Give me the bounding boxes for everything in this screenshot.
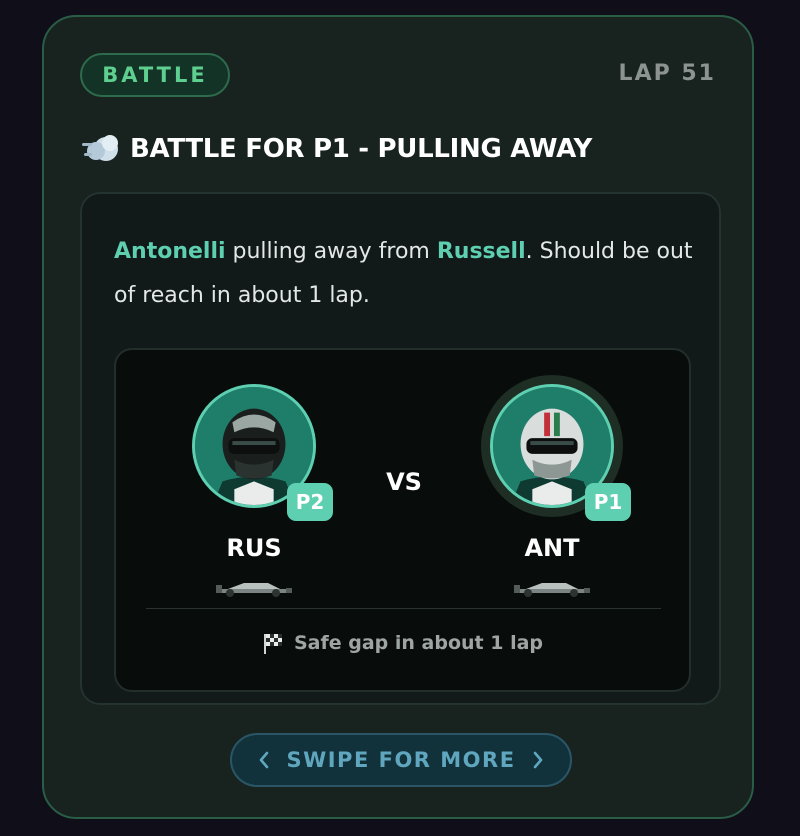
battle-panel: Antonelli pulling away from Russell. Sho…: [80, 192, 721, 705]
lap-counter: LAP 51: [618, 61, 716, 86]
leader-name: Antonelli: [114, 239, 226, 264]
driver-rus: P2 RUS: [184, 376, 333, 597]
versus-label: VS: [386, 468, 422, 496]
position-badge: P1: [585, 483, 631, 521]
position-badge: P2: [287, 483, 333, 521]
swipe-for-more-button[interactable]: SWIPE FOR MORE: [230, 733, 572, 787]
driver-ant-avatar: P1: [490, 384, 631, 521]
f1-car-icon: [514, 583, 590, 597]
driver-ant: P1 ANT: [482, 376, 631, 597]
card-title: BATTLE FOR P1 - PULLING AWAY: [80, 127, 592, 171]
gap-status: Safe gap in about 1 lap: [116, 632, 689, 654]
chequered-flag-icon: [263, 634, 282, 654]
chevron-left-icon: [260, 751, 269, 769]
description-middle: pulling away from: [225, 239, 437, 264]
gap-text: Safe gap in about 1 lap: [293, 632, 544, 654]
chaser-name: Russell: [436, 239, 526, 264]
driver-rus-avatar: P2: [192, 384, 333, 521]
driver-code: ANT: [524, 534, 580, 562]
driver-code: RUS: [226, 534, 282, 562]
battle-description: Antonelli pulling away from Russell. Sho…: [114, 230, 699, 318]
chevron-right-icon: [533, 751, 542, 769]
battle-badge: BATTLE: [80, 53, 230, 97]
swipe-label: SWIPE FOR MORE: [286, 748, 516, 772]
dash-puff-icon: [82, 135, 118, 161]
head-to-head: P2 RUS VS P1 ANT Safe gap in about 1 lap: [114, 348, 691, 692]
battle-card: BATTLE LAP 51 BATTLE FOR P1 - PULLING AW…: [42, 15, 754, 819]
divider: [146, 608, 661, 609]
card-title-text: BATTLE FOR P1 - PULLING AWAY: [130, 134, 592, 164]
f1-car-icon: [216, 583, 292, 597]
